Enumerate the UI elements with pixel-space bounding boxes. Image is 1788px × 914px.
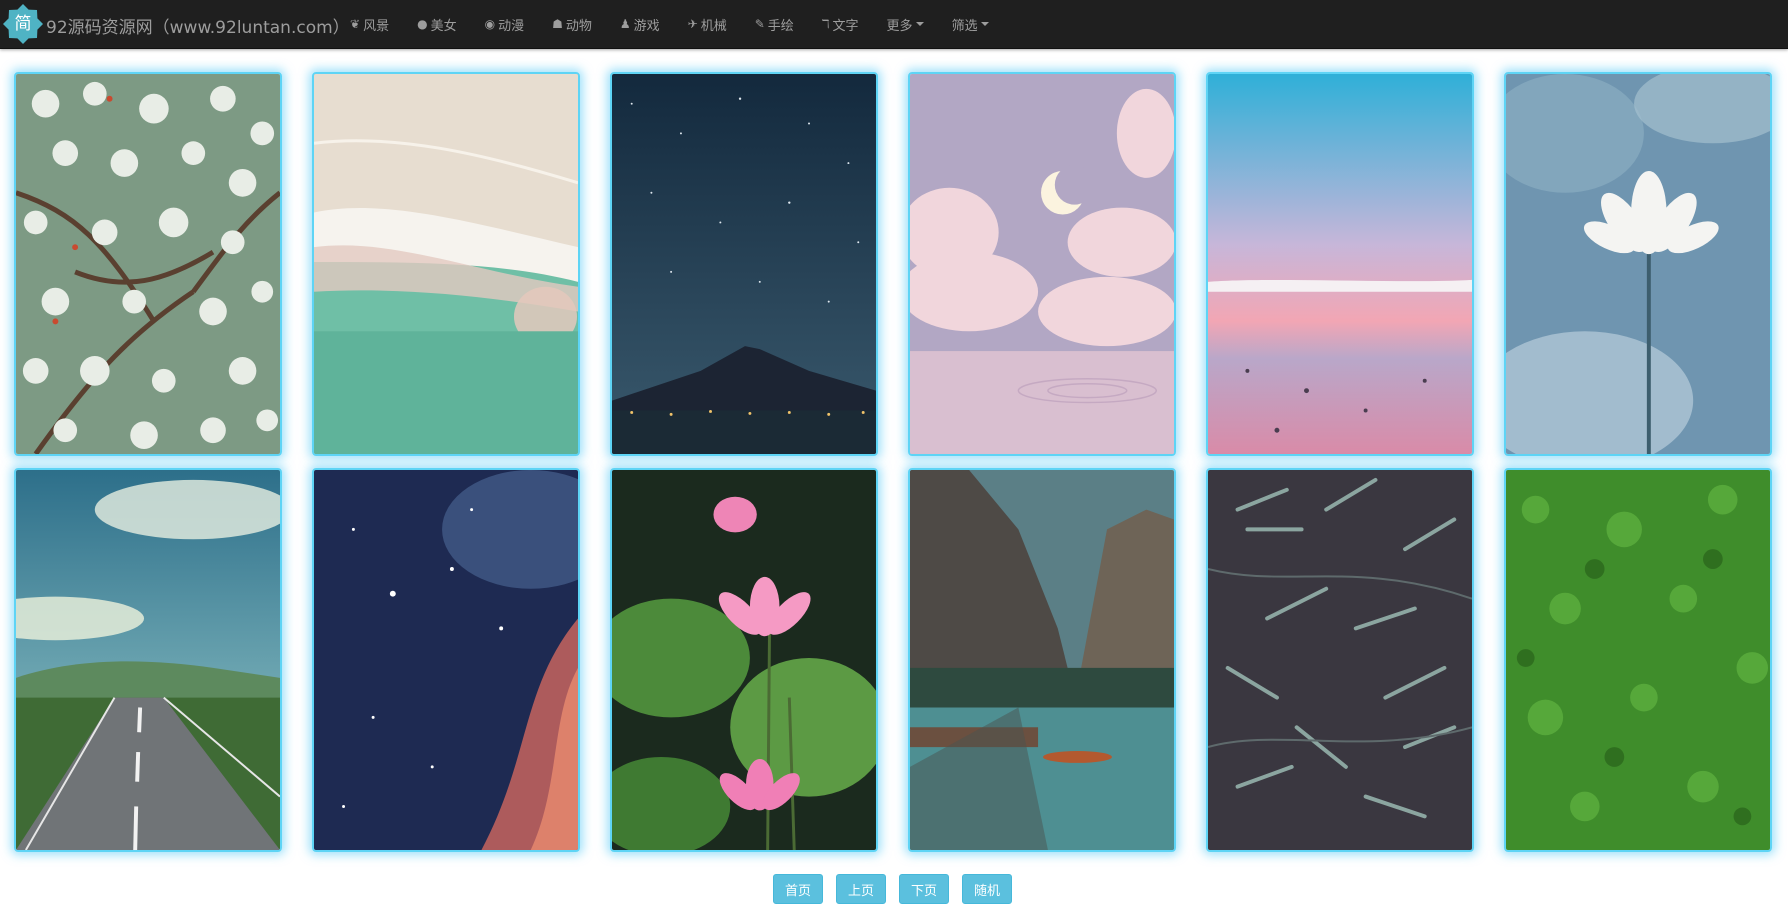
green-grass-image <box>1506 470 1770 850</box>
gallery-card[interactable] <box>908 72 1176 456</box>
mount-fuji-night-image <box>612 74 876 454</box>
caret-down-icon <box>915 22 924 26</box>
mountain-lake-image <box>910 470 1174 850</box>
gallery-card[interactable] <box>14 72 282 456</box>
plane-icon: ✈ <box>687 17 698 31</box>
brand-title[interactable]: 92源码资源网（www.92luntan.com） <box>46 13 350 38</box>
top-navbar: 简 92源码资源网（www.92luntan.com） ❦ 风景 ● 美女 ◉ … <box>0 0 1788 49</box>
nav-item-anime[interactable]: ◉ 动漫 <box>485 0 539 48</box>
gallery-card[interactable] <box>610 468 878 852</box>
white-lotus-image <box>1506 74 1770 454</box>
pink-clouds-moon-image <box>910 74 1174 454</box>
brush-icon: ✎ <box>754 17 765 31</box>
gallery-card[interactable] <box>14 468 282 852</box>
pink-lotus-image <box>612 470 876 850</box>
prev-page-button[interactable]: 上页 <box>836 874 886 904</box>
pink-sunset-sea-image <box>1208 74 1472 454</box>
nav-item-drawing[interactable]: ✎ 手绘 <box>755 0 808 48</box>
paw-icon: ☗ <box>552 17 563 31</box>
nav-menu: ❦ 风景 ● 美女 ◉ 动漫 ☗ 动物 ♟ 游戏 ✈ 机械 ✎ 手绘 ℸ 文字 <box>350 0 1017 48</box>
nav-item-label: 动物 <box>565 18 592 34</box>
nav-item-text[interactable]: ℸ 文字 <box>822 0 873 48</box>
eye-icon: ◉ <box>484 17 496 31</box>
wallpaper-gallery <box>0 0 1788 914</box>
gallery-card[interactable] <box>908 468 1176 852</box>
nav-item-beauty[interactable]: ● 美女 <box>417 0 471 48</box>
nav-item-machinery[interactable]: ✈ 机械 <box>688 0 741 48</box>
nav-filter-dropdown[interactable]: 筛选 <box>952 0 1003 48</box>
pagination: 首页 上页 下页 随机 <box>773 874 1012 904</box>
brand-logo[interactable]: 简 <box>3 4 43 44</box>
first-page-button[interactable]: 首页 <box>773 874 823 904</box>
nav-item-animals[interactable]: ☗ 动物 <box>552 0 606 48</box>
gallery-card[interactable] <box>312 72 580 456</box>
nav-item-scenery[interactable]: ❦ 风景 <box>350 0 403 48</box>
caret-down-icon <box>980 22 989 26</box>
gallery-card[interactable] <box>1504 468 1772 852</box>
gallery-card[interactable] <box>1206 72 1474 456</box>
random-page-button[interactable]: 随机 <box>962 874 1012 904</box>
gallery-card[interactable] <box>1504 72 1772 456</box>
nav-more-dropdown[interactable]: 更多 <box>887 0 938 48</box>
nav-item-label: 手绘 <box>767 18 794 34</box>
nav-item-games[interactable]: ♟ 游戏 <box>620 0 674 48</box>
nav-more-label: 更多 <box>886 18 913 34</box>
country-road-image <box>16 470 280 850</box>
nav-item-label: 美女 <box>430 18 457 34</box>
gallery-card[interactable] <box>1206 468 1474 852</box>
leaf-icon: ❦ <box>350 17 361 31</box>
next-page-button[interactable]: 下页 <box>899 874 949 904</box>
gallery-card[interactable] <box>610 72 878 456</box>
bamboo-leaves-image <box>1208 470 1472 850</box>
text-size-icon: ℸ <box>821 17 830 31</box>
nav-item-label: 机械 <box>700 18 727 34</box>
beach-shore-image <box>314 74 578 454</box>
nebula-space-image <box>314 470 578 850</box>
apple-icon: ● <box>417 17 428 31</box>
nav-filter-label: 筛选 <box>951 18 978 34</box>
nav-item-label: 文字 <box>832 18 859 34</box>
gallery-card[interactable] <box>312 468 580 852</box>
pawn-icon: ♟ <box>619 17 631 31</box>
nav-item-label: 风景 <box>363 18 390 34</box>
nav-item-label: 游戏 <box>633 18 660 34</box>
cherry-blossom-image <box>16 74 280 454</box>
nav-item-label: 动漫 <box>498 18 525 34</box>
